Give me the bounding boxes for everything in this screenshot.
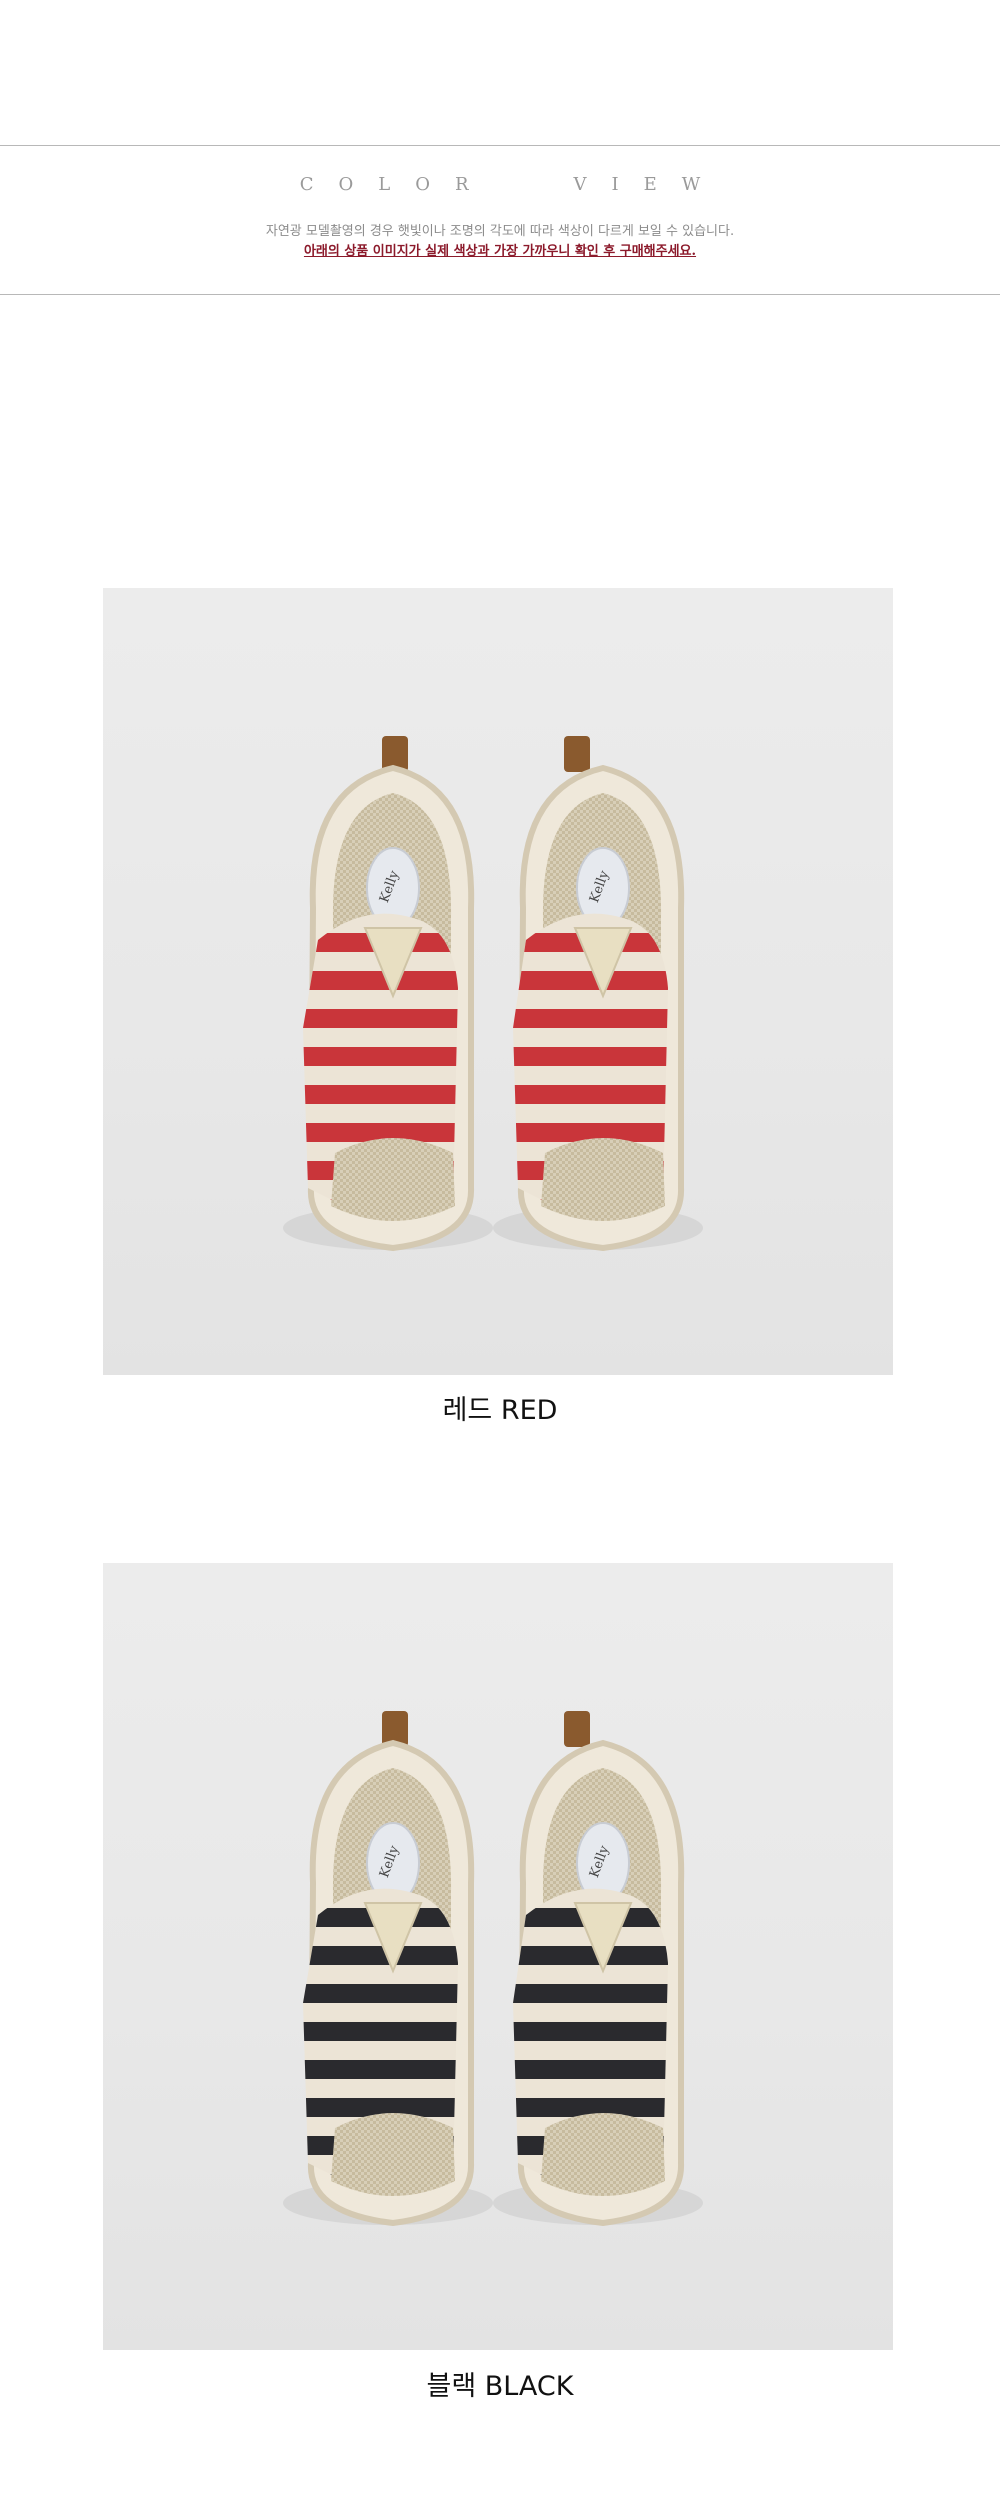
section-title: COLOR VIEW (0, 174, 1000, 195)
heel-tab (564, 1711, 590, 1747)
color-label-black: 블랙 BLACK (426, 2371, 574, 2402)
product-photo-black: Kelly Kelly (103, 1563, 893, 2350)
heel-tab (564, 736, 590, 772)
product-photo-red: Kelly Kelly (103, 588, 893, 1375)
stripe-band (513, 2060, 668, 2079)
right-shoe: Kelly (513, 736, 685, 1252)
stripe-band (303, 1984, 458, 2003)
stripe-band (303, 1085, 458, 1104)
stripe-band (303, 1047, 458, 1066)
shoe-illustration-red: Kelly Kelly (283, 736, 703, 1252)
stripe-band (513, 2022, 668, 2041)
color-view-header: COLOR VIEW 자연광 모델촬영의 경우 햇빛이나 조명의 각도에 따라 색… (0, 145, 1000, 295)
section-title-right: VIEW (573, 174, 726, 195)
lighting-notice: 자연광 모델촬영의 경우 햇빛이나 조명의 각도에 따라 색상이 다르게 보일 … (265, 224, 735, 239)
stripe-band (303, 2022, 458, 2041)
stripe-band (303, 2060, 458, 2079)
color-label-red: 레드 RED (442, 1395, 558, 1426)
shoe-illustration-black: Kelly Kelly (283, 1711, 703, 2227)
stripe-band (303, 1009, 458, 1028)
stripe-band (513, 1085, 668, 1104)
stripe-band (513, 1984, 668, 2003)
stripe-band (513, 1047, 668, 1066)
right-shoe: Kelly (513, 1711, 685, 2227)
left-shoe: Kelly (303, 1711, 475, 2227)
color-accuracy-notice: 아래의 상품 이미지가 실제 색상과 가장 가까우니 확인 후 구매해주세요. (303, 244, 697, 259)
left-shoe: Kelly (303, 736, 475, 1252)
jute-toe-cap (331, 1138, 455, 1221)
stripe-band (513, 1009, 668, 1028)
section-title-left: COLOR (299, 174, 494, 195)
jute-toe-cap (541, 2113, 665, 2196)
jute-toe-cap (541, 1138, 665, 1221)
jute-toe-cap (331, 2113, 455, 2196)
